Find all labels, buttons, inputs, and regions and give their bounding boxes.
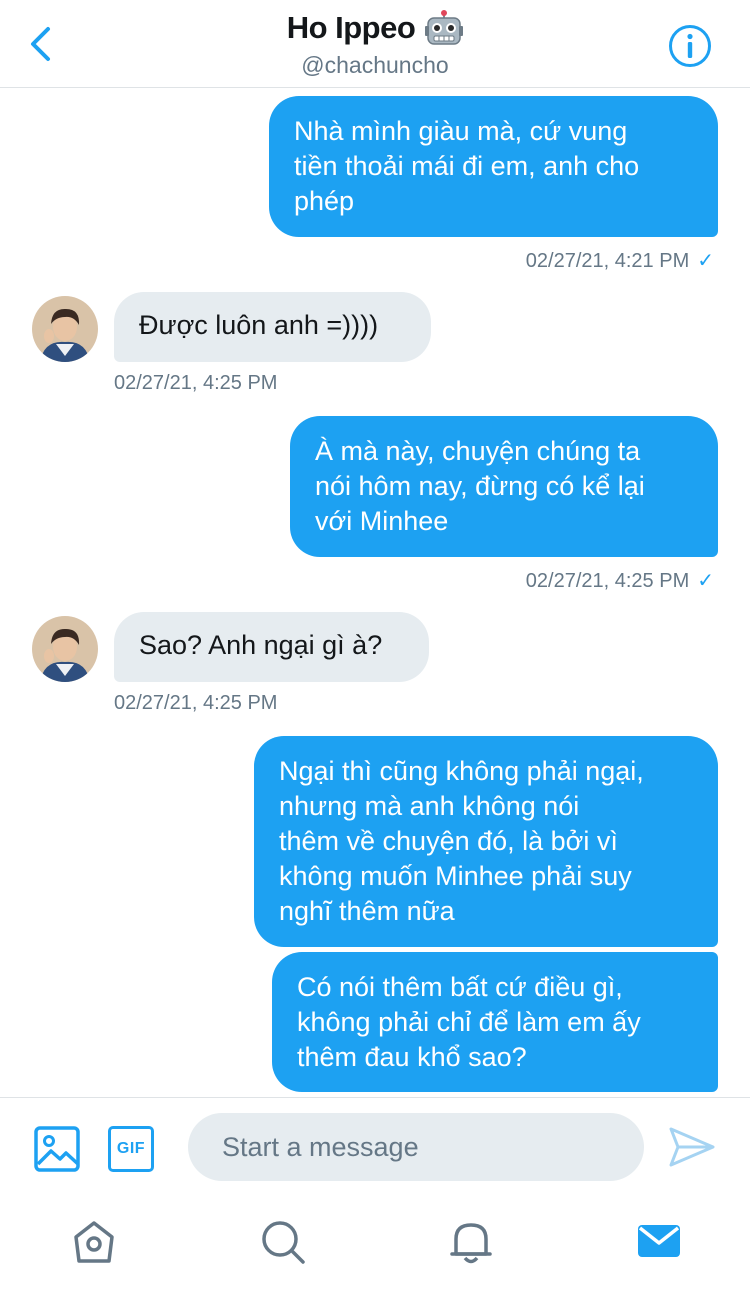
checkmark-icon: ✓ — [697, 250, 714, 272]
message-bubble-received[interactable]: Sao? Anh ngại gì à? — [114, 612, 429, 682]
message-bubble-sent[interactable]: À mà này, chuyện chúng ta nói hôm nay, đ… — [290, 416, 718, 557]
message-line: không muốn Minhee phải suy — [279, 861, 632, 891]
message-line: Ngại thì cũng không phải ngại, — [279, 756, 644, 786]
message-line: À mà này, chuyện chúng ta — [315, 436, 641, 466]
gif-button[interactable]: GIF — [108, 1126, 154, 1172]
robot-face-icon — [425, 10, 464, 45]
search-icon[interactable] — [260, 1219, 306, 1265]
message-input[interactable] — [188, 1113, 644, 1181]
conversation-title[interactable]: Ho Ippeo — [287, 10, 464, 46]
home-icon[interactable] — [71, 1219, 117, 1265]
image-icon[interactable] — [34, 1126, 80, 1172]
avatar[interactable] — [32, 296, 98, 362]
message-bubble-sent[interactable]: Ngại thì cũng không phải ngại, nhưng mà … — [254, 736, 718, 947]
message-timestamp: 02/27/21, 4:25 PM — [114, 692, 278, 714]
message-line: tiền thoải mái đi em, anh cho — [294, 151, 640, 181]
message-line: Được luôn anh =)))) — [139, 310, 379, 340]
message-timestamp: 02/27/21, 4:25 PM — [114, 372, 278, 394]
title-block: Ho Ippeo @chachuncho — [0, 10, 750, 79]
message-composer: GIF — [0, 1097, 750, 1197]
contact-name: Ho Ippeo — [286, 10, 416, 45]
message-line: Nhà mình giàu mà, cứ vung — [294, 116, 628, 146]
message-line: nói hôm nay, đừng có kể lại — [315, 471, 645, 501]
avatar[interactable] — [32, 616, 98, 682]
bell-icon[interactable] — [448, 1219, 494, 1265]
contact-handle: @chachuncho — [301, 52, 449, 78]
gif-label: GIF — [116, 1140, 146, 1157]
mail-icon[interactable] — [636, 1219, 682, 1265]
message-line: thêm đau khổ sao? — [297, 1042, 527, 1072]
conversation-header: Ho Ippeo @chachuncho — [0, 0, 750, 88]
message-bubble-sent[interactable]: Nhà mình giàu mà, cứ vung tiền thoải mái… — [269, 96, 718, 237]
message-line: nhưng mà anh không nói — [279, 791, 580, 821]
message-line: với Minhee — [315, 506, 449, 536]
checkmark-icon: ✓ — [697, 570, 714, 592]
send-icon[interactable] — [668, 1126, 716, 1168]
message-timestamp: 02/27/21, 4:25 PM ✓ — [525, 570, 714, 592]
message-line: thêm về chuyện đó, là bởi vì — [279, 826, 618, 856]
message-bubble-received[interactable]: Được luôn anh =)))) — [114, 292, 431, 362]
bottom-tab-bar — [0, 1197, 750, 1294]
message-line: không phải chỉ để làm em ấy — [297, 1007, 641, 1037]
message-timestamp: 02/27/21, 4:21 PM ✓ — [525, 250, 714, 272]
message-line: nghĩ thêm nữa — [279, 896, 455, 926]
message-line: Có nói thêm bất cứ điều gì, — [297, 972, 623, 1002]
info-circle-icon[interactable] — [668, 24, 712, 68]
message-bubble-sent[interactable]: Có nói thêm bất cứ điều gì, không phải c… — [272, 952, 718, 1092]
message-line: Sao? Anh ngại gì à? — [139, 630, 383, 660]
message-line: phép — [294, 186, 355, 216]
